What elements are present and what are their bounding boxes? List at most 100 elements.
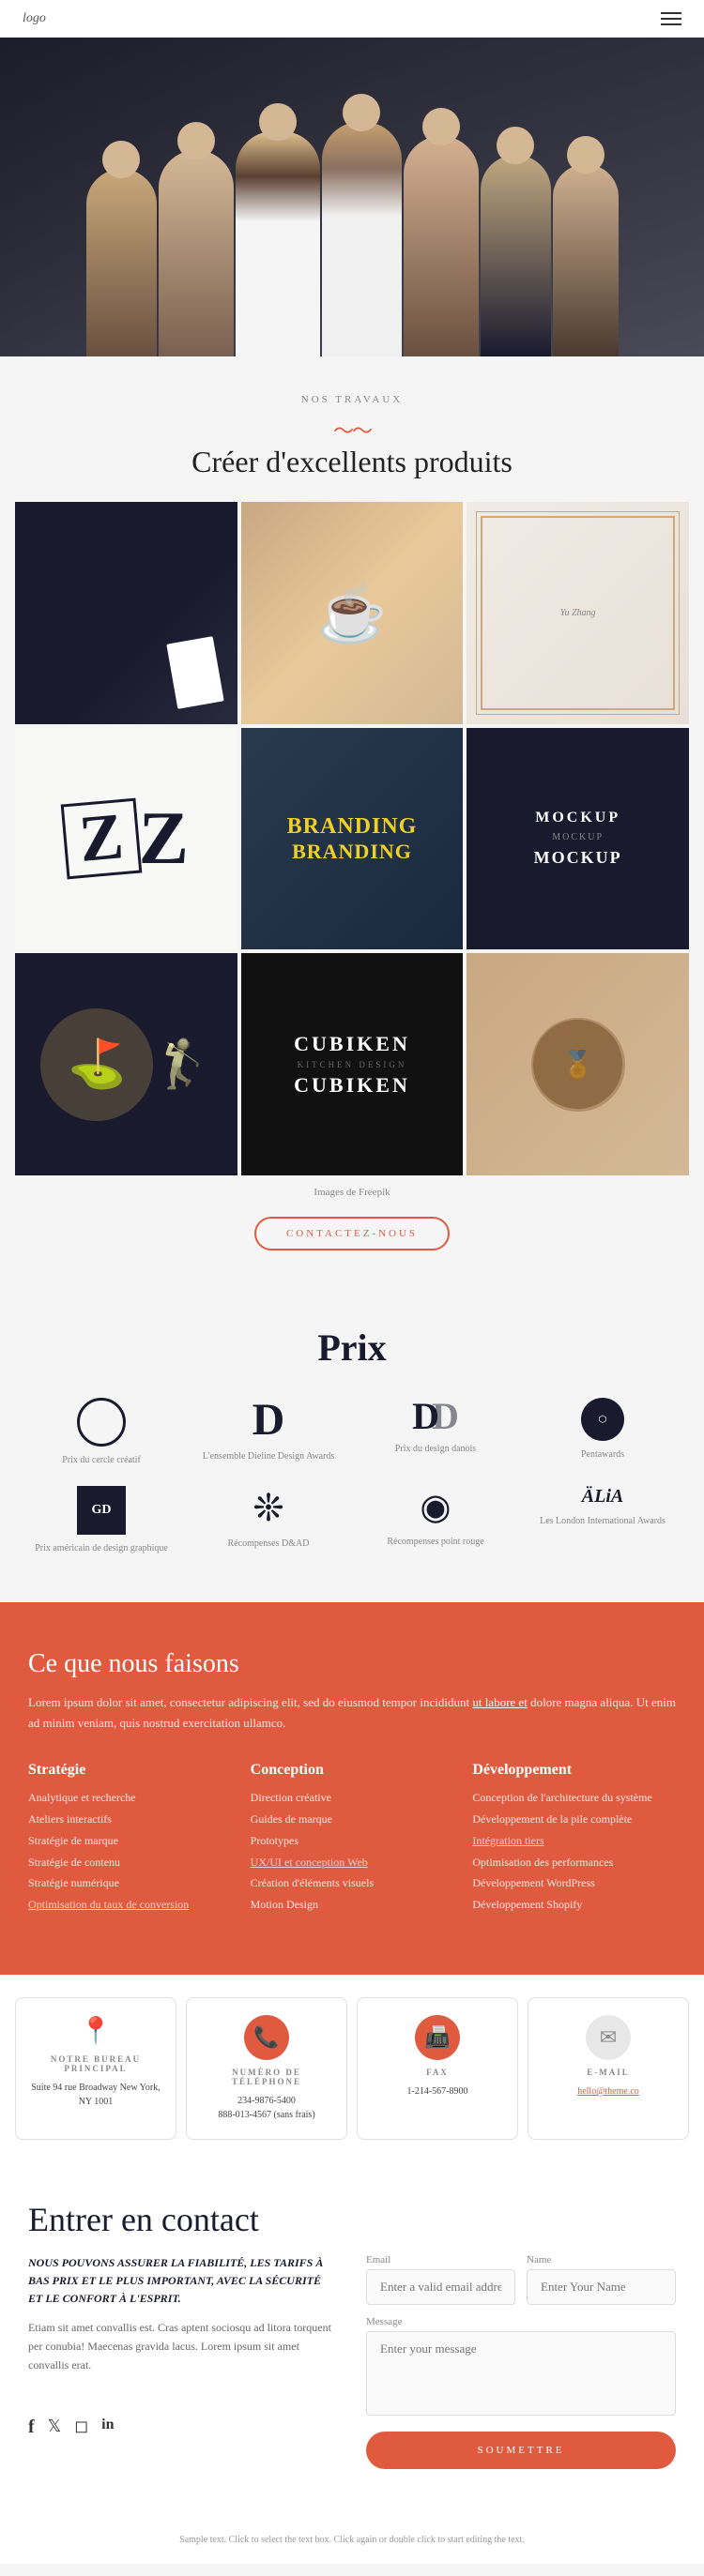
service-item: Conception de l'architecture du système (472, 1790, 676, 1806)
fax-icon: 📠 (415, 2015, 460, 2060)
card-title-fax: FAX (426, 2068, 449, 2077)
email-input[interactable] (366, 2269, 515, 2305)
entrer-section: Entrer en contact NOUS POUVONS ASSURER L… (0, 2162, 704, 2516)
award-icon-1 (77, 1398, 126, 1447)
award-item-7: ◉ Récompenses point rouge (357, 1486, 514, 1555)
award-item-1: Prix du cercle créatif (23, 1398, 180, 1467)
award-item-3: DD Prix du design danois (357, 1398, 514, 1467)
portfolio-item-5[interactable]: BRANDING (241, 728, 464, 950)
logo: logo (23, 11, 46, 26)
award-label-6: Récompenses D&AD (228, 1538, 310, 1551)
service-col-title-developpement: Développement (472, 1762, 676, 1779)
service-item: Optimisation des performances (472, 1855, 676, 1871)
award-label-8: Les London International Awards (540, 1515, 666, 1528)
contact-card-email: ✉ E-MAIL hello@theme.co (528, 1997, 689, 2140)
service-col-conception: Conception Direction créative Guides de … (251, 1762, 454, 1918)
service-link[interactable]: UX/UI et conception Web (251, 1856, 368, 1869)
service-item: Ateliers interactifs (28, 1811, 232, 1827)
service-item: Motion Design (251, 1897, 454, 1913)
service-link[interactable]: Intégration tiers (472, 1834, 543, 1847)
award-item-5: GD Prix américain de design graphique (23, 1486, 180, 1555)
service-item: Développement Shopify (472, 1897, 676, 1913)
instagram-icon[interactable]: ◻ (74, 2417, 88, 2438)
hamburger-menu[interactable] (661, 12, 681, 25)
service-link[interactable]: Optimisation du taux de conversion (28, 1898, 189, 1911)
service-item: Analytique et recherche (28, 1790, 232, 1806)
service-item: Intégration tiers (472, 1833, 676, 1849)
prix-section: Prix Prix du cercle créatif D L'ensemble… (0, 1288, 704, 1602)
service-item: Direction créative (251, 1790, 454, 1806)
contact-layout: NOUS POUVONS ASSURER LA FIABILITÉ, LES T… (28, 2254, 676, 2469)
facebook-icon[interactable]: f (28, 2417, 35, 2438)
card-value-fax: 1-214-567-8900 (407, 2084, 468, 2099)
card-title-email: E-MAIL (587, 2068, 630, 2077)
portfolio-caption: Images de Freepik (0, 1175, 704, 1202)
email-link[interactable]: hello@theme.co (577, 2086, 639, 2097)
services-columns: Stratégie Analytique et recherche Atelie… (28, 1762, 676, 1918)
contact-left-col: NOUS POUVONS ASSURER LA FIABILITÉ, LES T… (28, 2254, 338, 2469)
award-item-2: D L'ensemble Dieline Design Awards (190, 1398, 347, 1467)
award-icon-5: GD (77, 1486, 126, 1535)
award-icon-6: ❊ (253, 1486, 284, 1530)
linkedin-icon[interactable]: in (101, 2417, 114, 2438)
name-field-wrap: Name (527, 2254, 676, 2305)
service-col-title-conception: Conception (251, 1762, 454, 1779)
name-input[interactable] (527, 2269, 676, 2305)
portfolio-item-8[interactable]: CUBIKEN KITCHEN DESIGN (241, 953, 464, 1175)
portfolio-item-4[interactable]: Z (15, 728, 237, 950)
card-title-phone: NUMÉRO DE TÉLÉPHONE (198, 2068, 335, 2086)
service-list-conception: Direction créative Guides de marque Prot… (251, 1790, 454, 1913)
service-col-title-strategie: Stratégie (28, 1762, 232, 1779)
section-label-travaux: NOS TRAVAUX (0, 356, 704, 415)
email-field-wrap: Email (366, 2254, 515, 2305)
service-list-developpement: Conception de l'architecture du système … (472, 1790, 676, 1913)
award-label-2: L'ensemble Dieline Design Awards (203, 1450, 335, 1463)
location-icon: 📍 (80, 2015, 113, 2047)
service-item: Stratégie numérique (28, 1875, 232, 1891)
hero-team-photo (0, 38, 704, 356)
wavy-deco: 〜〜 (0, 415, 704, 445)
award-item-8: ÄLiA Les London International Awards (524, 1486, 681, 1555)
twitter-icon[interactable]: 𝕏 (48, 2417, 62, 2438)
service-item: Stratégie de contenu (28, 1855, 232, 1871)
nos-travaux-section: NOS TRAVAUX 〜〜 Créer d'excellents produi… (0, 356, 704, 1288)
portfolio-item-2[interactable] (241, 502, 464, 724)
service-item: Développement WordPress (472, 1875, 676, 1891)
services-section: Ce que nous faisons Lorem ipsum dolor si… (0, 1602, 704, 1975)
services-title: Ce que nous faisons (28, 1649, 676, 1679)
service-col-strategie: Stratégie Analytique et recherche Atelie… (28, 1762, 232, 1918)
service-col-developpement: Développement Conception de l'architectu… (472, 1762, 676, 1918)
submit-button[interactable]: SOUMETTRE (366, 2432, 676, 2469)
award-item-4: ⬡ Pentawards (524, 1398, 681, 1467)
contactez-button[interactable]: CONTACTEZ-NOUS (254, 1217, 450, 1250)
card-title-bureau: NOTRE BUREAU PRINCIPAL (27, 2054, 164, 2073)
prix-title: Prix (23, 1326, 681, 1398)
portfolio-item-6[interactable]: MOCKUP MOCKUP (467, 728, 689, 950)
footer: Sample text. Click to select the text bo… (0, 2516, 704, 2564)
name-label: Name (527, 2254, 676, 2265)
contactez-btn-wrap: CONTACTEZ-NOUS (0, 1202, 704, 1288)
service-item: Stratégie de marque (28, 1833, 232, 1849)
email-label: Email (366, 2254, 515, 2265)
award-label-1: Prix du cercle créatif (62, 1454, 141, 1467)
contact-form: Email Name Message SOUMETTRE (366, 2254, 676, 2469)
card-value-phone: 234-9876-5400888-013-4567 (sans frais) (218, 2094, 314, 2122)
entrer-body: Etiam sit amet convallis est. Cras apten… (28, 2318, 338, 2375)
portfolio-grid: Yu Zhang Z BRANDING MOCKUP MOCKUP ⛳ CUBI… (0, 502, 704, 1175)
service-item: Développement de la pile complète (472, 1811, 676, 1827)
services-intro-link[interactable]: ut labore et (472, 1695, 527, 1709)
portfolio-item-7[interactable]: ⛳ (15, 953, 237, 1175)
portfolio-item-3[interactable]: Yu Zhang (467, 502, 689, 724)
message-label: Message (366, 2316, 676, 2327)
hero-section (0, 38, 704, 356)
service-item: Création d'éléments visuels (251, 1875, 454, 1891)
award-icon-4: ⬡ (581, 1398, 624, 1441)
service-item: Guides de marque (251, 1811, 454, 1827)
award-label-4: Pentawards (581, 1448, 624, 1462)
message-input[interactable] (366, 2331, 676, 2416)
portfolio-item-9[interactable]: 🏅 (467, 953, 689, 1175)
contact-cards-grid: 📍 NOTRE BUREAU PRINCIPAL Suite 94 rue Br… (15, 1997, 689, 2140)
awards-grid: Prix du cercle créatif D L'ensemble Diel… (23, 1398, 681, 1555)
phone-icon: 📞 (244, 2015, 289, 2060)
portfolio-item-1[interactable] (15, 502, 237, 724)
